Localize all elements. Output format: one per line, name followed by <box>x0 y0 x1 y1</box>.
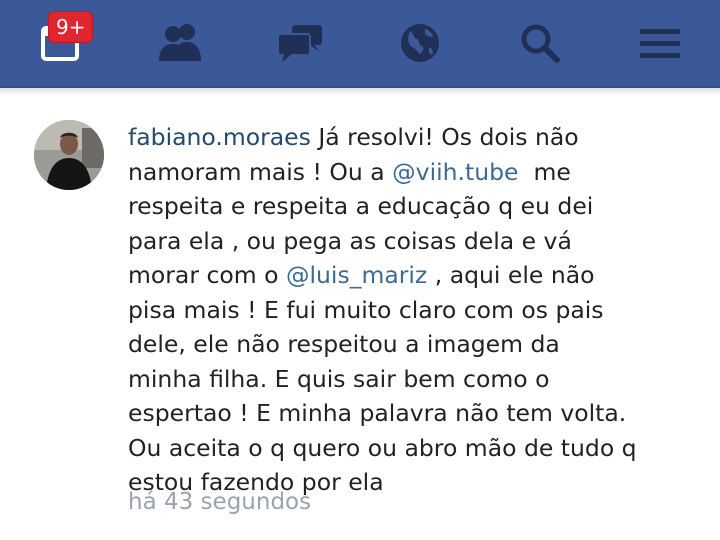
comment-line: morar com o @luis_mariz , aqui ele não <box>128 261 595 289</box>
comment-line: fabiano.moraes Já resolvi! Os dois não <box>128 123 579 151</box>
avatar[interactable] <box>34 120 104 190</box>
mention-link[interactable]: @viih.tube <box>392 158 518 186</box>
mention-link[interactable]: @luis_mariz <box>286 261 427 289</box>
top-navigation-bar: 9+ <box>0 0 720 88</box>
comment-line: minha filha. E quis sair bem como o <box>128 364 550 393</box>
comment-line: respeita e respeita a educação q eu dei <box>128 192 594 220</box>
messages-button[interactable] <box>264 8 336 78</box>
friends-icon <box>154 21 206 65</box>
comment-line: pisa mais ! E fui muito claro com os pai… <box>128 295 604 324</box>
search-icon <box>518 21 562 65</box>
messages-icon <box>274 21 326 65</box>
comment-timestamp: há 43 segundos <box>128 489 312 515</box>
globe-icon <box>398 21 442 65</box>
comment-body: fabiano.moraes Já resolvi! Os dois não n… <box>128 120 698 500</box>
notification-count-badge: 9+ <box>48 11 94 43</box>
search-button[interactable] <box>504 8 576 78</box>
comment-line: dele, ele não respeitou a imagem da <box>128 330 560 358</box>
comment-username[interactable]: fabiano.moraes <box>128 123 311 151</box>
menu-button[interactable] <box>624 8 696 78</box>
globe-button[interactable] <box>384 8 456 78</box>
comment-line: para ela , ou pega as coisas dela e vá <box>128 226 572 255</box>
friends-button[interactable] <box>144 8 216 78</box>
comment-line: Ou aceita o q quero ou abro mão de tudo … <box>128 433 637 462</box>
comment-line: namoram mais ! Ou a @viih.tube me <box>128 157 571 186</box>
comment-line: espertao ! E minha palavra não tem volta… <box>128 399 627 427</box>
header-shadow <box>0 88 720 96</box>
menu-icon <box>638 21 682 65</box>
